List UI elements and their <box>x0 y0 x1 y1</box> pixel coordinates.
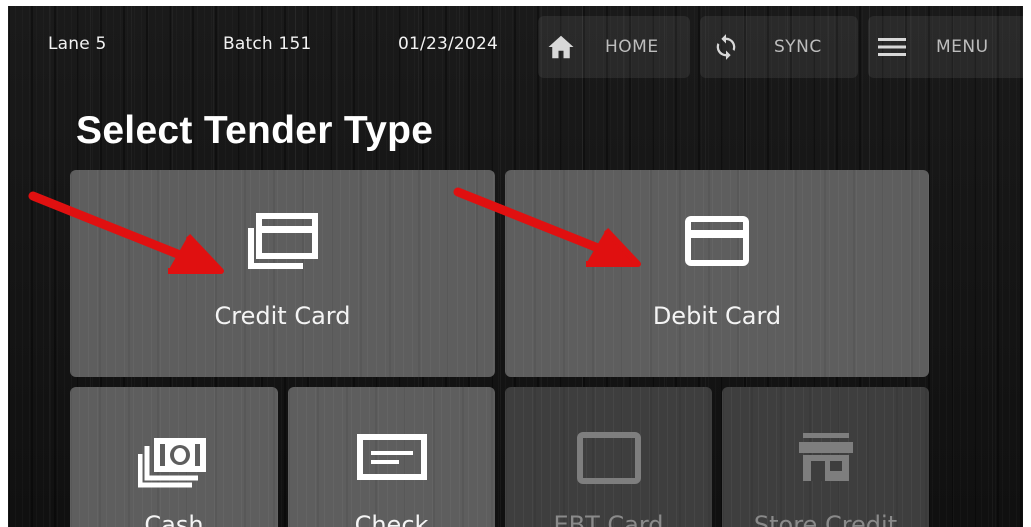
debit-card-icon <box>685 216 749 266</box>
credit-card-label: Credit Card <box>214 302 351 330</box>
ebt-card-tender-button[interactable]: EBT Card <box>505 387 712 527</box>
cash-label: Cash <box>144 511 204 527</box>
check-label: Check <box>354 511 429 527</box>
credit-card-stack-icon <box>247 213 318 269</box>
cash-icon <box>138 438 206 488</box>
store-icon <box>798 433 853 481</box>
check-icon <box>356 434 427 480</box>
menu-button[interactable]: MENU <box>868 16 1023 78</box>
store-credit-tender-button[interactable]: Store Credit <box>722 387 929 527</box>
hamburger-menu-icon <box>878 38 906 56</box>
debit-card-tender-button[interactable]: Debit Card <box>505 170 929 377</box>
sync-button[interactable]: SYNC <box>700 16 858 78</box>
cash-tender-button[interactable]: Cash <box>70 387 278 527</box>
sync-icon <box>716 34 736 60</box>
batch-label: Batch 151 <box>223 34 312 54</box>
ebt-card-label: EBT Card <box>553 511 664 527</box>
home-button[interactable]: HOME <box>538 16 690 78</box>
sync-button-label: SYNC <box>774 37 822 57</box>
page-title: Select Tender Type <box>76 109 434 152</box>
home-icon <box>548 35 574 59</box>
credit-card-tender-button[interactable]: Credit Card <box>70 170 495 377</box>
ebt-card-icon <box>576 432 641 484</box>
home-button-label: HOME <box>605 37 659 57</box>
pos-screen: Lane 5 Batch 151 01/23/2024 HOME SYNC ME… <box>8 6 1023 527</box>
lane-label: Lane 5 <box>48 34 107 54</box>
date-label: 01/23/2024 <box>398 34 498 54</box>
debit-card-label: Debit Card <box>652 302 782 330</box>
store-credit-label: Store Credit <box>753 511 898 527</box>
menu-button-label: MENU <box>936 37 989 57</box>
check-tender-button[interactable]: Check <box>288 387 495 527</box>
